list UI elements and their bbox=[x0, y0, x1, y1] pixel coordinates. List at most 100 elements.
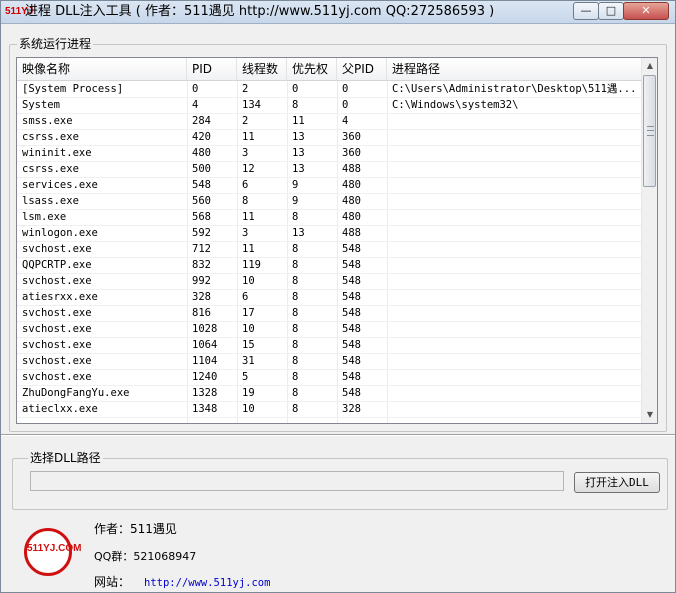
column-header-threads[interactable]: 线程数 bbox=[237, 58, 287, 80]
cell-threads: 15 bbox=[242, 339, 255, 351]
column-header-parent-pid[interactable]: 父PID bbox=[337, 58, 387, 80]
minimize-button[interactable]: — bbox=[573, 2, 599, 20]
cell-image-name: svchost.exe bbox=[22, 275, 92, 287]
process-row[interactable]: lsass.exe 560 8 9 480 bbox=[17, 193, 641, 210]
cell-priority: 8 bbox=[292, 371, 299, 383]
cell-threads: 3 bbox=[242, 227, 249, 239]
cell-pid: 548 bbox=[192, 179, 211, 191]
process-list-body: [System Process] 0 2 0 0 C:\Users\Administrat… bbox=[17, 81, 641, 423]
minimize-icon: — bbox=[580, 4, 592, 17]
column-header-process-path[interactable]: 进程路径 bbox=[387, 58, 641, 80]
process-row[interactable]: atiesrxx.exe 328 6 8 548 bbox=[17, 289, 641, 306]
title-bar[interactable]: 511YJ 进程 DLL注入工具 ( 作者：511遇见 http://www.5… bbox=[1, 1, 675, 24]
cell-process-path bbox=[387, 161, 641, 177]
cell-priority: 13 bbox=[292, 131, 305, 143]
process-row[interactable]: csrss.exe 500 12 13 488 bbox=[17, 161, 641, 178]
cell-priority: 8 bbox=[292, 211, 299, 223]
process-row[interactable]: System 4 134 8 0 C:\Windows\system32\ bbox=[17, 97, 641, 114]
process-row[interactable]: atieclxx.exe 1348 10 8 328 bbox=[17, 401, 641, 418]
process-row[interactable]: wininit.exe 480 3 13 360 bbox=[17, 145, 641, 162]
cell-threads: 11 bbox=[242, 243, 255, 255]
process-row[interactable]: smss.exe 284 2 11 4 bbox=[17, 113, 641, 130]
cell-image-name: atieclxx.exe bbox=[22, 403, 98, 415]
app-logo-icon: 511YJ bbox=[5, 6, 34, 17]
process-row[interactable]: [System Process] 0 2 0 0 C:\Users\Administrat… bbox=[17, 81, 641, 98]
dll-path-field[interactable] bbox=[30, 471, 564, 491]
cell-process-path bbox=[387, 177, 641, 193]
client-area: 系统运行进程 映像名称 PID 线程数 优先权 父PID 进程路径 [Syste… bbox=[1, 24, 675, 592]
cell-process-path bbox=[387, 193, 641, 209]
cell-parent-pid: 488 bbox=[342, 227, 361, 239]
cell-process-path bbox=[387, 225, 641, 241]
process-row[interactable]: services.exe 548 6 9 480 bbox=[17, 177, 641, 194]
cell-pid: 1064 bbox=[192, 339, 218, 351]
cell-parent-pid: 360 bbox=[342, 147, 361, 159]
cell-pid: 480 bbox=[192, 147, 211, 159]
cell-threads: 119 bbox=[242, 259, 261, 271]
website-link[interactable]: http://www.511yj.com bbox=[144, 577, 270, 589]
brand-logo: 511YJ.COM bbox=[24, 528, 81, 576]
open-inject-dll-button[interactable]: 打开注入DLL bbox=[574, 472, 660, 493]
scroll-up-icon[interactable]: ▲ bbox=[642, 58, 657, 74]
section-divider bbox=[1, 434, 675, 436]
website-label: 网站： bbox=[94, 575, 131, 589]
main-window: 511YJ 进程 DLL注入工具 ( 作者：511遇见 http://www.5… bbox=[0, 0, 676, 593]
column-header-image-name[interactable]: 映像名称 bbox=[17, 58, 187, 80]
cell-priority: 8 bbox=[292, 339, 299, 351]
process-row[interactable]: svchost.exe 992 10 8 548 bbox=[17, 273, 641, 290]
cell-parent-pid: 480 bbox=[342, 179, 361, 191]
dll-group-label: 选择DLL路径 bbox=[28, 451, 103, 465]
cell-pid: 992 bbox=[192, 275, 211, 287]
cell-threads: 10 bbox=[242, 323, 255, 335]
process-row[interactable]: svchost.exe 1104 31 8 548 bbox=[17, 353, 641, 370]
cell-pid: 832 bbox=[192, 259, 211, 271]
cell-threads: 2 bbox=[242, 83, 249, 95]
process-row[interactable]: ZhuDongFangYu.exe 1328 19 8 548 bbox=[17, 385, 641, 402]
cell-image-name: lsm.exe bbox=[22, 211, 67, 223]
cell-priority: 13 bbox=[292, 163, 305, 175]
scroll-down-icon[interactable]: ▼ bbox=[642, 407, 657, 423]
scrollbar-thumb[interactable] bbox=[643, 75, 656, 187]
cell-image-name: [System Process] bbox=[22, 83, 124, 95]
cell-parent-pid: 548 bbox=[342, 275, 361, 287]
cell-threads: 134 bbox=[242, 99, 261, 111]
maximize-button[interactable]: □ bbox=[598, 2, 624, 20]
cell-parent-pid: 0 bbox=[342, 99, 349, 111]
cell-parent-pid: 548 bbox=[342, 307, 361, 319]
cell-process-path bbox=[387, 241, 641, 257]
vertical-scrollbar[interactable]: ▲ ▼ bbox=[641, 58, 657, 423]
process-row[interactable]: winlogon.exe 592 3 13 488 bbox=[17, 225, 641, 242]
cell-parent-pid: 548 bbox=[342, 243, 361, 255]
close-button[interactable]: ✕ bbox=[623, 2, 669, 20]
cell-priority: 13 bbox=[292, 227, 305, 239]
column-header-pid[interactable]: PID bbox=[187, 58, 237, 80]
cell-image-name: csrss.exe bbox=[22, 131, 79, 143]
cell-parent-pid: 4 bbox=[342, 115, 349, 127]
cell-parent-pid: 548 bbox=[342, 355, 361, 367]
cell-image-name: wininit.exe bbox=[22, 147, 92, 159]
cell-process-path bbox=[387, 337, 641, 353]
process-list[interactable]: 映像名称 PID 线程数 优先权 父PID 进程路径 [System Proce… bbox=[16, 57, 658, 424]
process-row[interactable]: svchost.exe 1028 10 8 548 bbox=[17, 321, 641, 338]
cell-threads: 11 bbox=[242, 211, 255, 223]
process-row[interactable]: svchost.exe 1064 15 8 548 bbox=[17, 337, 641, 354]
cell-threads: 11 bbox=[242, 131, 255, 143]
process-row[interactable]: svchost.exe 1240 5 8 548 bbox=[17, 369, 641, 386]
process-row[interactable]: svchost.exe 712 11 8 548 bbox=[17, 241, 641, 258]
process-row[interactable]: svchost.exe 816 17 8 548 bbox=[17, 305, 641, 322]
process-row[interactable]: lsm.exe 568 11 8 480 bbox=[17, 209, 641, 226]
process-row[interactable]: QQPCRTP.exe 832 119 8 548 bbox=[17, 257, 641, 274]
cell-priority: 11 bbox=[292, 115, 305, 127]
cell-parent-pid: 548 bbox=[342, 259, 361, 271]
cell-priority: 9 bbox=[292, 195, 299, 207]
cell-process-path bbox=[387, 209, 641, 225]
cell-parent-pid: 328 bbox=[342, 403, 361, 415]
cell-process-path bbox=[387, 385, 641, 401]
cell-threads: 6 bbox=[242, 291, 249, 303]
column-header-priority[interactable]: 优先权 bbox=[287, 58, 337, 80]
cell-pid: 592 bbox=[192, 227, 211, 239]
cell-process-path bbox=[387, 401, 641, 417]
cell-pid: 4 bbox=[192, 99, 199, 111]
cell-priority: 8 bbox=[292, 387, 299, 399]
process-row[interactable]: csrss.exe 420 11 13 360 bbox=[17, 129, 641, 146]
